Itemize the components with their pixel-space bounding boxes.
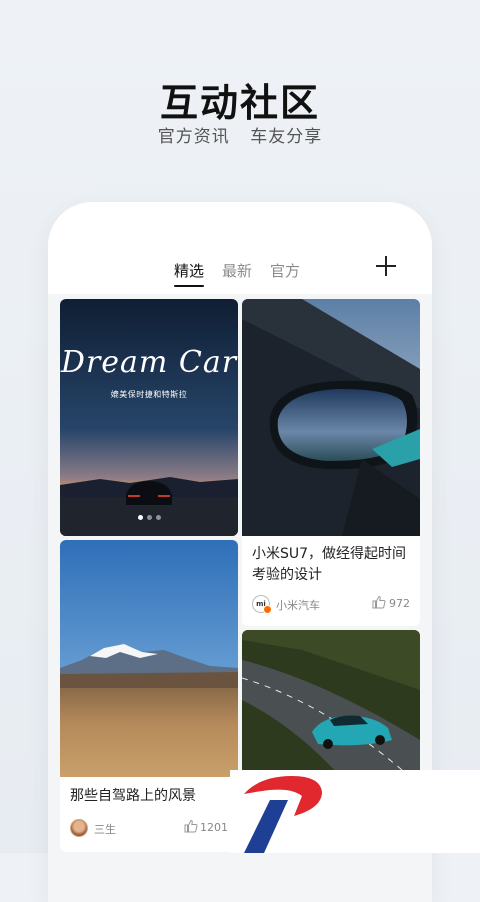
post-title: 那些自驾路上的风景 — [70, 788, 196, 804]
avatar[interactable]: mi — [252, 595, 272, 614]
indicator-dot — [137, 515, 143, 520]
post-image — [242, 299, 420, 536]
post-card[interactable] — [242, 630, 420, 790]
post-title: 小米SU7，做经得起时间考验的设计 — [252, 546, 407, 583]
avatar[interactable] — [70, 819, 88, 837]
banner-script-text: Dream Car — [60, 345, 238, 380]
post-card[interactable]: 小米SU7，做经得起时间考验的设计 mi 小米汽车 972 — [242, 299, 420, 626]
like-count: 1201 — [200, 821, 228, 834]
post-image — [242, 630, 420, 790]
banner-card[interactable]: Dream Car 媲美保时捷和特斯拉 — [60, 299, 238, 536]
like-count: 972 — [389, 597, 410, 610]
brand-logo — [244, 776, 322, 853]
tab-bar: 精选 最新 官方 — [174, 260, 300, 287]
top-bar: 精选 最新 官方 — [48, 202, 432, 294]
plus-icon[interactable] — [376, 256, 396, 276]
page-subtitle: 官方资讯 车友分享 — [157, 127, 323, 147]
author-name[interactable]: 小米汽车 — [276, 597, 320, 613]
indicator-dot — [155, 515, 161, 520]
tab-latest[interactable]: 最新 — [222, 260, 252, 281]
indicator-dot — [146, 515, 152, 520]
post-image — [60, 540, 238, 777]
watermark-panel — [230, 770, 480, 853]
tab-official[interactable]: 官方 — [270, 260, 300, 281]
tab-featured[interactable]: 精选 — [174, 260, 205, 287]
page-indicator — [60, 505, 238, 524]
thumbs-up-icon[interactable] — [372, 595, 386, 609]
post-meta: 三生 1201 — [70, 818, 228, 838]
banner-subtitle: 媲美保时捷和特斯拉 — [110, 390, 188, 399]
banner-image — [60, 299, 238, 536]
post-meta: mi 小米汽车 972 — [252, 594, 410, 614]
thumbs-up-icon[interactable] — [184, 819, 198, 833]
page-title: 互动社区 — [159, 81, 320, 125]
post-card[interactable]: 那些自驾路上的风景 三生 1201 — [60, 540, 238, 852]
author-name[interactable]: 三生 — [94, 821, 116, 837]
verified-badge — [263, 605, 272, 614]
